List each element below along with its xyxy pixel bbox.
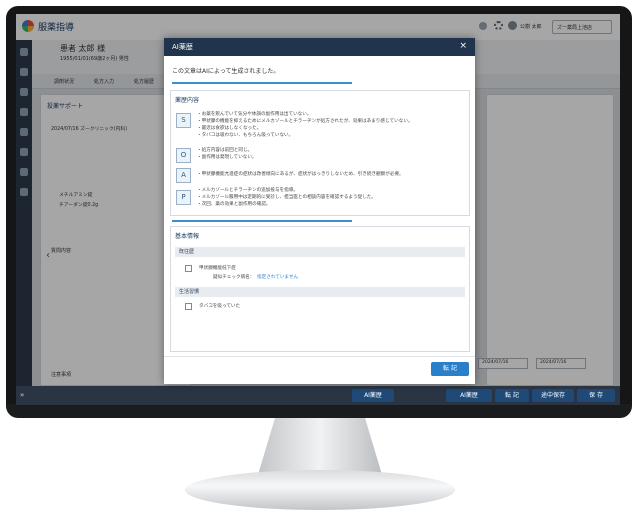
lifestyle-group-label: 生活習慣 (179, 289, 200, 295)
modal-transfer-button[interactable]: 転 記 (431, 362, 469, 376)
history-group-header: 既往歴 (175, 247, 465, 257)
basic-info-section: 基本情報 既往歴 甲状腺機能低下症 疑似チェック病名： 指定されていません 生活… (170, 226, 470, 352)
save-button[interactable]: 保 存 (577, 389, 615, 402)
notice-divider (172, 82, 352, 84)
soap-letter-p: P (176, 190, 191, 205)
soap-p-line-1: ・メルカゾールとチラーヂンの追加投与を指導。 (197, 188, 298, 193)
soap-section-title: 薬歴内容 (175, 97, 200, 104)
soap-s-line-3: ・最近は食欲はしなくなった。 (197, 126, 262, 131)
temp-save-button-label: 途中保存 (540, 392, 565, 399)
ai-history-button-left-label: AI薬歴 (364, 392, 382, 399)
modal-footer-divider (164, 356, 475, 357)
transfer-button[interactable]: 転 記 (495, 389, 529, 402)
ai-notice: この文章はAIによって生成されました。 (172, 68, 280, 75)
history-item-sub-label: 疑似チェック病名： (213, 275, 255, 280)
soap-o-line-1: ・処方内容は前回と同じ。 (197, 148, 253, 153)
ai-history-modal: AI薬歴 × この文章はAIによって生成されました。 薬歴内容 S ・お薬を飲ん… (164, 38, 475, 384)
soap-divider (172, 220, 352, 222)
ai-history-button-label: AI薬歴 (460, 392, 478, 399)
soap-a-line-1: ・甲状腺機能亢進症の症状は改善傾向にあるが、症状がはっきりしないため、引き続き観… (197, 172, 404, 177)
soap-p-line-2: ・メルカゾール服用中は定期的に受診し、担当医との相談内容を確認するよう促した。 (197, 195, 376, 200)
soap-section: 薬歴内容 S ・お薬を飲んでいて気分や体調の副作用は出ていない。 ・甲状腺の機能… (170, 90, 470, 216)
soap-o-line-2: ・副作用は発現していない。 (197, 155, 257, 160)
lifestyle-group-header: 生活習慣 (175, 287, 465, 297)
soap-s-line-4: ・タバコは吸わない、もちろん吸っていない。 (197, 133, 294, 138)
ai-history-button[interactable]: AI薬歴 (446, 389, 492, 402)
history-group-label: 既往歴 (179, 249, 195, 255)
modal-transfer-button-label: 転 記 (443, 365, 457, 372)
modal-title: AI薬歴 (172, 43, 193, 51)
monitor-stand-base (185, 470, 455, 510)
ai-history-button-left[interactable]: AI薬歴 (352, 389, 394, 402)
history-item: 甲状腺機能低下症 (199, 266, 236, 271)
soap-s-line-1: ・お薬を飲んでいて気分や体調の副作用は出ていない。 (197, 112, 312, 117)
soap-p-line-3: ・次回、薬の効果と副作用の確認。 (197, 202, 271, 207)
history-checkbox[interactable] (185, 265, 192, 272)
lifestyle-checkbox[interactable] (185, 303, 192, 310)
temp-save-button[interactable]: 途中保存 (532, 389, 574, 402)
soap-s-line-2: ・甲状腺の機能を抑えるためにメルカゾールとチラーヂンが処方されたが、効果はあまり… (197, 119, 413, 124)
monitor-stand-neck (257, 418, 383, 478)
soap-letter-s: S (176, 113, 191, 128)
soap-letter-o: O (176, 148, 191, 163)
save-button-label: 保 存 (589, 392, 603, 399)
monitor-chin (6, 404, 632, 418)
bottom-action-bar: » AI薬歴 AI薬歴 転 記 途中保存 保 存 (16, 386, 620, 405)
lifestyle-item: タバコを吸っていた (199, 304, 241, 309)
basic-info-title: 基本情報 (175, 233, 200, 240)
close-icon[interactable]: × (459, 41, 467, 51)
soap-letter-a: A (176, 168, 191, 183)
transfer-button-label: 転 記 (505, 392, 519, 399)
history-item-sub-value[interactable]: 指定されていません (257, 274, 298, 280)
expand-icon[interactable]: » (20, 391, 24, 399)
modal-header: AI薬歴 × (164, 38, 475, 56)
